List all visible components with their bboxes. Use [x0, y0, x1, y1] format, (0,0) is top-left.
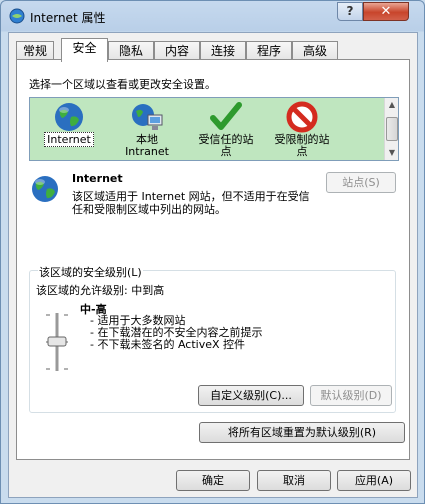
- reset-all-zones-button[interactable]: 将所有区域重置为默认级别(R): [199, 422, 405, 443]
- dialog-client: 常规 安全 隐私 内容 连接 程序 高级 选择一个区域以查看或更改安全设置。 I…: [8, 32, 418, 498]
- selected-zone-description: 该区域适用于 Internet 网站，但不适用于在受信任和受限制区域中列出的网站…: [72, 190, 310, 216]
- help-button[interactable]: ?: [337, 2, 363, 21]
- zone-label: 受限制的站 点: [274, 133, 330, 158]
- custom-level-button[interactable]: 自定义级别(C)...: [198, 385, 304, 406]
- tab-content[interactable]: 内容: [154, 41, 200, 61]
- cancel-button[interactable]: 取消: [257, 470, 331, 491]
- security-level-group: 该区域的安全级别(L) 该区域的允许级别: 中到高 中-高 适用于大多数网站 在…: [29, 264, 396, 413]
- internet-explorer-icon: [9, 8, 25, 24]
- security-level-slider[interactable]: [44, 311, 70, 373]
- window-title: Internet 属性: [30, 11, 106, 25]
- close-icon: ✕: [380, 4, 392, 19]
- zone-prompt: 选择一个区域以查看或更改安全设置。: [29, 78, 216, 91]
- tab-advanced[interactable]: 高级: [292, 41, 338, 61]
- zone-internet[interactable]: Internet: [38, 100, 100, 147]
- title-bar[interactable]: Internet 属性 ? ✕: [1, 1, 424, 32]
- ok-button[interactable]: 确定: [176, 470, 250, 491]
- local-intranet-icon: [132, 104, 163, 130]
- level-item: 不下载未签名的 ActiveX 控件: [90, 339, 262, 351]
- zone-trusted-sites[interactable]: 受信任的站 点: [190, 100, 262, 158]
- zone-label: 受信任的站 点: [198, 133, 254, 158]
- scroll-up-icon[interactable]: ▲: [386, 99, 398, 111]
- zone-local-intranet[interactable]: 本地 Intranet: [112, 100, 182, 158]
- tab-security[interactable]: 安全: [61, 38, 108, 62]
- forbidden-icon: [286, 101, 318, 133]
- scrollbar-thumb[interactable]: [386, 117, 398, 141]
- security-level-title: 该区域的安全级别(L): [38, 264, 143, 280]
- security-level-items: 适用于大多数网站 在下载潜在的不安全内容之前提示 不下载未签名的 ActiveX…: [90, 315, 262, 351]
- zone-restricted-sites[interactable]: 受限制的站 点: [266, 100, 338, 158]
- tab-general[interactable]: 常规: [16, 41, 54, 61]
- apply-button[interactable]: 应用(A): [337, 470, 411, 491]
- sites-button[interactable]: 站点(S): [326, 172, 396, 193]
- security-tab-panel: 选择一个区域以查看或更改安全设置。 Internet 本地 Intranet 受…: [16, 59, 410, 460]
- allowed-levels: 该区域的允许级别: 中到高: [36, 284, 165, 297]
- tab-connections[interactable]: 连接: [200, 41, 246, 61]
- globe-icon: [55, 103, 83, 131]
- selected-zone-name: Internet: [72, 172, 123, 185]
- scroll-down-icon[interactable]: ▼: [386, 147, 398, 159]
- tab-programs[interactable]: 程序: [246, 41, 292, 61]
- tab-privacy[interactable]: 隐私: [108, 41, 154, 61]
- zone-label: Internet: [44, 132, 94, 147]
- globe-icon: [32, 176, 58, 202]
- zone-list[interactable]: Internet 本地 Intranet 受信任的站 点 受限制的站 点 ▲ ▼: [29, 97, 399, 161]
- close-button[interactable]: ✕: [363, 2, 409, 21]
- zone-label: 本地 Intranet: [125, 133, 169, 158]
- checkmark-icon: [210, 102, 242, 130]
- zone-list-scrollbar[interactable]: ▲ ▼: [384, 98, 398, 160]
- internet-properties-window: Internet 属性 ? ✕ 常规 安全 隐私 内容 连接 程序 高级 选择一…: [0, 0, 425, 504]
- default-level-button[interactable]: 默认级别(D): [310, 385, 392, 406]
